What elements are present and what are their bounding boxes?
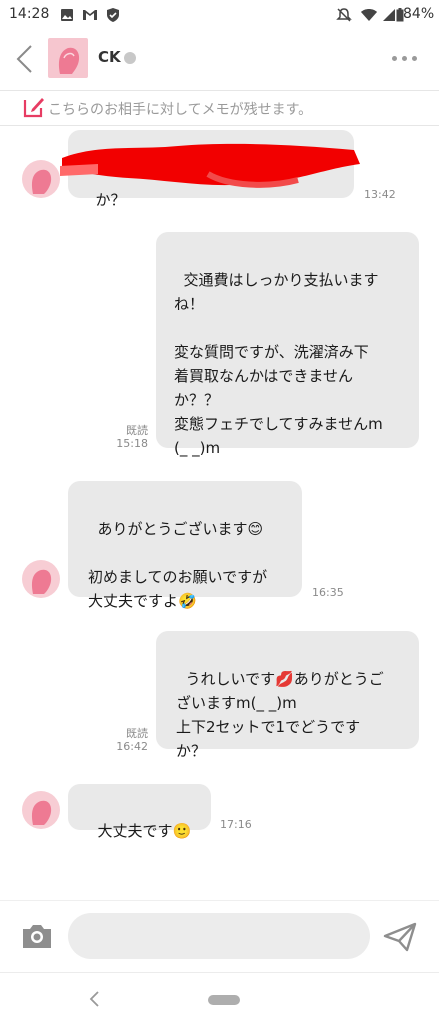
- message-input[interactable]: [68, 913, 370, 959]
- message-bubble-sent: うれしいです💋ありがとうご ざいますm(_ _)m 上下2セットで1でどうです …: [156, 631, 419, 760]
- signal-icon: [382, 6, 396, 24]
- system-navigation-bar: [0, 972, 439, 1025]
- dot-icon: [412, 55, 417, 61]
- read-receipt: 既読 16:42: [112, 727, 148, 753]
- status-bar: 14:28 84%: [0, 0, 439, 30]
- chat-header: CK: [0, 30, 439, 88]
- message-bubble-received: 大丈夫です🙂: [68, 784, 211, 840]
- chevron-left-icon: [89, 991, 99, 1007]
- read-label: 既読: [126, 727, 148, 740]
- message-bubble-sent: 交通費はしっかり支払います ね！ 変な質問ですが、洗濯済み下 着買取なんかはでき…: [156, 232, 419, 457]
- message-text: うれしいです💋ありがとうご ざいますm(_ _)m 上下2セットで1でどうです …: [176, 670, 384, 760]
- message-composer: [0, 900, 439, 973]
- status-time: 14:28: [9, 6, 50, 22]
- dot-icon: [392, 55, 397, 61]
- online-status-dot: [124, 52, 136, 64]
- memo-placeholder: こちらのお相手に対してメモが残せます。: [48, 102, 313, 118]
- battery-level: 84%: [403, 6, 435, 22]
- woman-silhouette-icon: [58, 47, 80, 74]
- woman-silhouette-icon: [31, 169, 52, 194]
- back-button[interactable]: [12, 42, 38, 76]
- more-options-button[interactable]: [392, 52, 422, 64]
- woman-silhouette-icon: [31, 569, 52, 594]
- nav-back-button[interactable]: [88, 989, 102, 1009]
- message-text: 大丈夫です🙂: [97, 822, 192, 840]
- message-text: ありがとうございます😊 初めましてのお願いですが 大丈夫ですよ🤣: [88, 520, 268, 610]
- contact-avatar[interactable]: [48, 38, 88, 78]
- gmail-icon: [82, 6, 98, 24]
- read-label: 既読: [126, 424, 148, 437]
- dot-icon: [402, 55, 407, 61]
- message-bubble-received: ありがとうございます😊 初めましてのお願いですが 大丈夫ですよ🤣: [68, 481, 302, 610]
- edit-memo-icon: [23, 98, 44, 118]
- message-time: 17:16: [220, 818, 252, 831]
- mute-icon: [336, 6, 352, 24]
- red-redaction-scribble: [60, 143, 360, 188]
- send-button[interactable]: [382, 921, 418, 953]
- message-text: 交通費はしっかり支払います ね！ 変な質問ですが、洗濯済み下 着買取なんかはでき…: [174, 271, 383, 457]
- sender-avatar[interactable]: [22, 791, 60, 829]
- camera-icon: [23, 925, 51, 948]
- sender-avatar[interactable]: [22, 560, 60, 598]
- contact-name: CK: [98, 48, 121, 66]
- woman-silhouette-icon: [31, 800, 52, 825]
- message-time: 16:35: [312, 586, 344, 599]
- shield-icon: [106, 6, 120, 24]
- send-icon: [383, 922, 417, 952]
- message-time: 16:42: [116, 740, 148, 753]
- camera-button[interactable]: [20, 921, 54, 951]
- message-time: 15:18: [116, 437, 148, 450]
- nav-home-pill[interactable]: [208, 995, 240, 1005]
- read-receipt: 既読 15:18: [112, 424, 148, 450]
- chevron-left-icon: [16, 45, 32, 73]
- wifi-icon: [360, 6, 378, 24]
- sender-avatar[interactable]: [22, 160, 60, 198]
- memo-bar[interactable]: こちらのお相手に対してメモが残せます。: [0, 90, 439, 126]
- message-time: 13:42: [364, 188, 396, 201]
- image-icon: [60, 6, 74, 24]
